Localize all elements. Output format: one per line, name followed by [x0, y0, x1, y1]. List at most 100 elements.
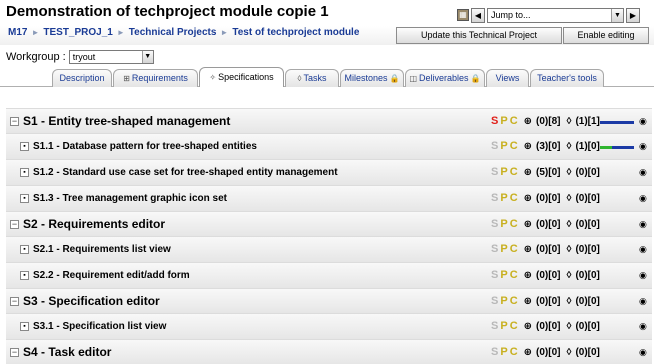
tab-label: Deliverables: [419, 73, 469, 83]
priority-flag[interactable]: P: [500, 346, 509, 358]
tab-label: Specifications: [218, 72, 274, 82]
spc-flags: SPC: [491, 295, 520, 307]
tab-specifications[interactable]: ✧ Specifications: [199, 67, 284, 87]
priority-flag[interactable]: P: [500, 166, 509, 178]
severity-flag[interactable]: S: [491, 295, 500, 307]
eye-icon[interactable]: ◉: [639, 193, 647, 204]
breadcrumb-item-project[interactable]: TEST_PROJ_1: [43, 27, 112, 38]
breadcrumb-item-current[interactable]: Test of techproject module: [232, 27, 359, 38]
severity-flag[interactable]: S: [491, 166, 500, 178]
complexity-flag[interactable]: C: [510, 295, 520, 307]
eye-icon[interactable]: ◉: [639, 347, 647, 358]
spec-label[interactable]: S4 - Task editor: [23, 345, 111, 359]
spec-status: SPC ⊕ (3)[0] ◊ (1)[0]: [491, 140, 600, 152]
complexity-flag[interactable]: C: [510, 115, 520, 127]
tasks-count: (0)[0]: [575, 320, 600, 332]
leaf-icon[interactable]: ▪: [20, 194, 29, 203]
eye-icon[interactable]: ◉: [639, 116, 647, 127]
priority-flag[interactable]: P: [500, 320, 509, 332]
jump-to-select[interactable]: Jump to... ▼: [487, 7, 624, 23]
severity-flag[interactable]: S: [491, 115, 500, 127]
tab-views[interactable]: Views: [486, 69, 529, 87]
calendar-icon[interactable]: ▦: [457, 9, 469, 21]
priority-flag[interactable]: P: [500, 218, 509, 230]
spec-label[interactable]: S1.2 - Standard use case set for tree-sh…: [33, 167, 338, 178]
priority-flag[interactable]: P: [500, 269, 509, 281]
collapse-icon[interactable]: −: [10, 117, 19, 126]
spec-label[interactable]: S1.3 - Tree management graphic icon set: [33, 193, 227, 204]
enable-editing-button[interactable]: Enable editing: [563, 27, 649, 44]
severity-flag[interactable]: S: [491, 140, 500, 152]
eye-icon[interactable]: ◉: [639, 321, 647, 332]
spec-label[interactable]: S2 - Requirements editor: [23, 217, 165, 231]
spec-subrow: ▪ S2.1 - Requirements list view SPC ⊕ (0)[0]…: [6, 236, 652, 262]
update-project-button[interactable]: Update this Technical Project: [396, 27, 562, 44]
eye-icon[interactable]: ◉: [639, 244, 647, 255]
priority-flag[interactable]: P: [500, 140, 509, 152]
leaf-icon[interactable]: ▪: [20, 322, 29, 331]
requirements-icon: ⊕: [523, 192, 533, 204]
breadcrumb-item-course[interactable]: M17: [8, 27, 27, 38]
severity-flag[interactable]: S: [491, 346, 500, 358]
tab-tasks[interactable]: ◊ Tasks: [285, 69, 339, 87]
spec-label[interactable]: S2.1 - Requirements list view: [33, 244, 171, 255]
spc-flags: SPC: [491, 243, 520, 255]
complexity-flag[interactable]: C: [510, 243, 520, 255]
complexity-flag[interactable]: C: [510, 140, 520, 152]
spc-flags: SPC: [491, 269, 520, 281]
jump-navigation: ▦ ◀ Jump to... ▼ ▶: [457, 7, 640, 23]
requirements-count: (3)[0]: [536, 140, 561, 152]
spc-flags: SPC: [491, 346, 520, 358]
leaf-icon[interactable]: ▪: [20, 168, 29, 177]
tab-teachers-tools[interactable]: Teacher's tools: [530, 69, 604, 87]
complexity-flag[interactable]: C: [510, 166, 520, 178]
collapse-icon[interactable]: −: [10, 297, 19, 306]
priority-flag[interactable]: P: [500, 192, 509, 204]
spec-subrow: ▪ S3.1 - Specification list view SPC ⊕ (0)[0…: [6, 313, 652, 339]
complexity-flag[interactable]: C: [510, 218, 520, 230]
severity-flag[interactable]: S: [491, 192, 500, 204]
eye-icon[interactable]: ◉: [639, 270, 647, 281]
complexity-flag[interactable]: C: [510, 346, 520, 358]
leaf-icon[interactable]: ▪: [20, 142, 29, 151]
spec-label[interactable]: S3.1 - Specification list view: [33, 321, 166, 332]
tasks-count: (0)[0]: [575, 218, 600, 230]
leaf-icon[interactable]: ▪: [20, 271, 29, 280]
severity-flag[interactable]: S: [491, 320, 500, 332]
tasks-icon: ◊: [566, 269, 572, 281]
spec-label[interactable]: S2.2 - Requirement edit/add form: [33, 270, 190, 281]
priority-flag[interactable]: P: [500, 115, 509, 127]
requirements-count: (0)[0]: [536, 346, 561, 358]
workgroup-select[interactable]: tryout ▼: [68, 50, 154, 64]
jump-prev-button[interactable]: ◀: [471, 7, 485, 23]
tab-description[interactable]: Description: [52, 69, 112, 87]
spec-label[interactable]: S1 - Entity tree-shaped management: [23, 114, 230, 128]
tasks-icon: ◊: [566, 140, 572, 152]
spec-label[interactable]: S3 - Specification editor: [23, 294, 160, 308]
severity-flag[interactable]: S: [491, 218, 500, 230]
complexity-flag[interactable]: C: [510, 269, 520, 281]
tab-milestones[interactable]: Milestones 🔒: [340, 69, 404, 87]
spec-row: − S1 - Entity tree-shaped management SPC ⊕(…: [6, 108, 652, 133]
eye-icon[interactable]: ◉: [639, 219, 647, 230]
severity-flag[interactable]: S: [491, 269, 500, 281]
tab-label: Milestones: [344, 73, 388, 83]
priority-flag[interactable]: P: [500, 243, 509, 255]
tab-requirements[interactable]: ⊞ Requirements: [113, 69, 198, 87]
tab-deliverables[interactable]: ◫ Deliverables 🔒: [405, 69, 485, 87]
complexity-flag[interactable]: C: [510, 320, 520, 332]
eye-icon[interactable]: ◉: [639, 296, 647, 307]
spec-label[interactable]: S1.1 - Database pattern for tree-shaped …: [33, 141, 257, 152]
jump-next-button[interactable]: ▶: [626, 7, 640, 23]
severity-flag[interactable]: S: [491, 243, 500, 255]
collapse-icon[interactable]: −: [10, 220, 19, 229]
leaf-icon[interactable]: ▪: [20, 245, 29, 254]
complexity-flag[interactable]: C: [510, 192, 520, 204]
priority-flag[interactable]: P: [500, 295, 509, 307]
spc-flags: SPC: [491, 140, 520, 152]
eye-icon[interactable]: ◉: [639, 141, 647, 152]
eye-icon[interactable]: ◉: [639, 167, 647, 178]
tab-label: Teacher's tools: [537, 73, 597, 83]
breadcrumb-item-module[interactable]: Technical Projects: [129, 27, 217, 38]
collapse-icon[interactable]: −: [10, 348, 19, 357]
